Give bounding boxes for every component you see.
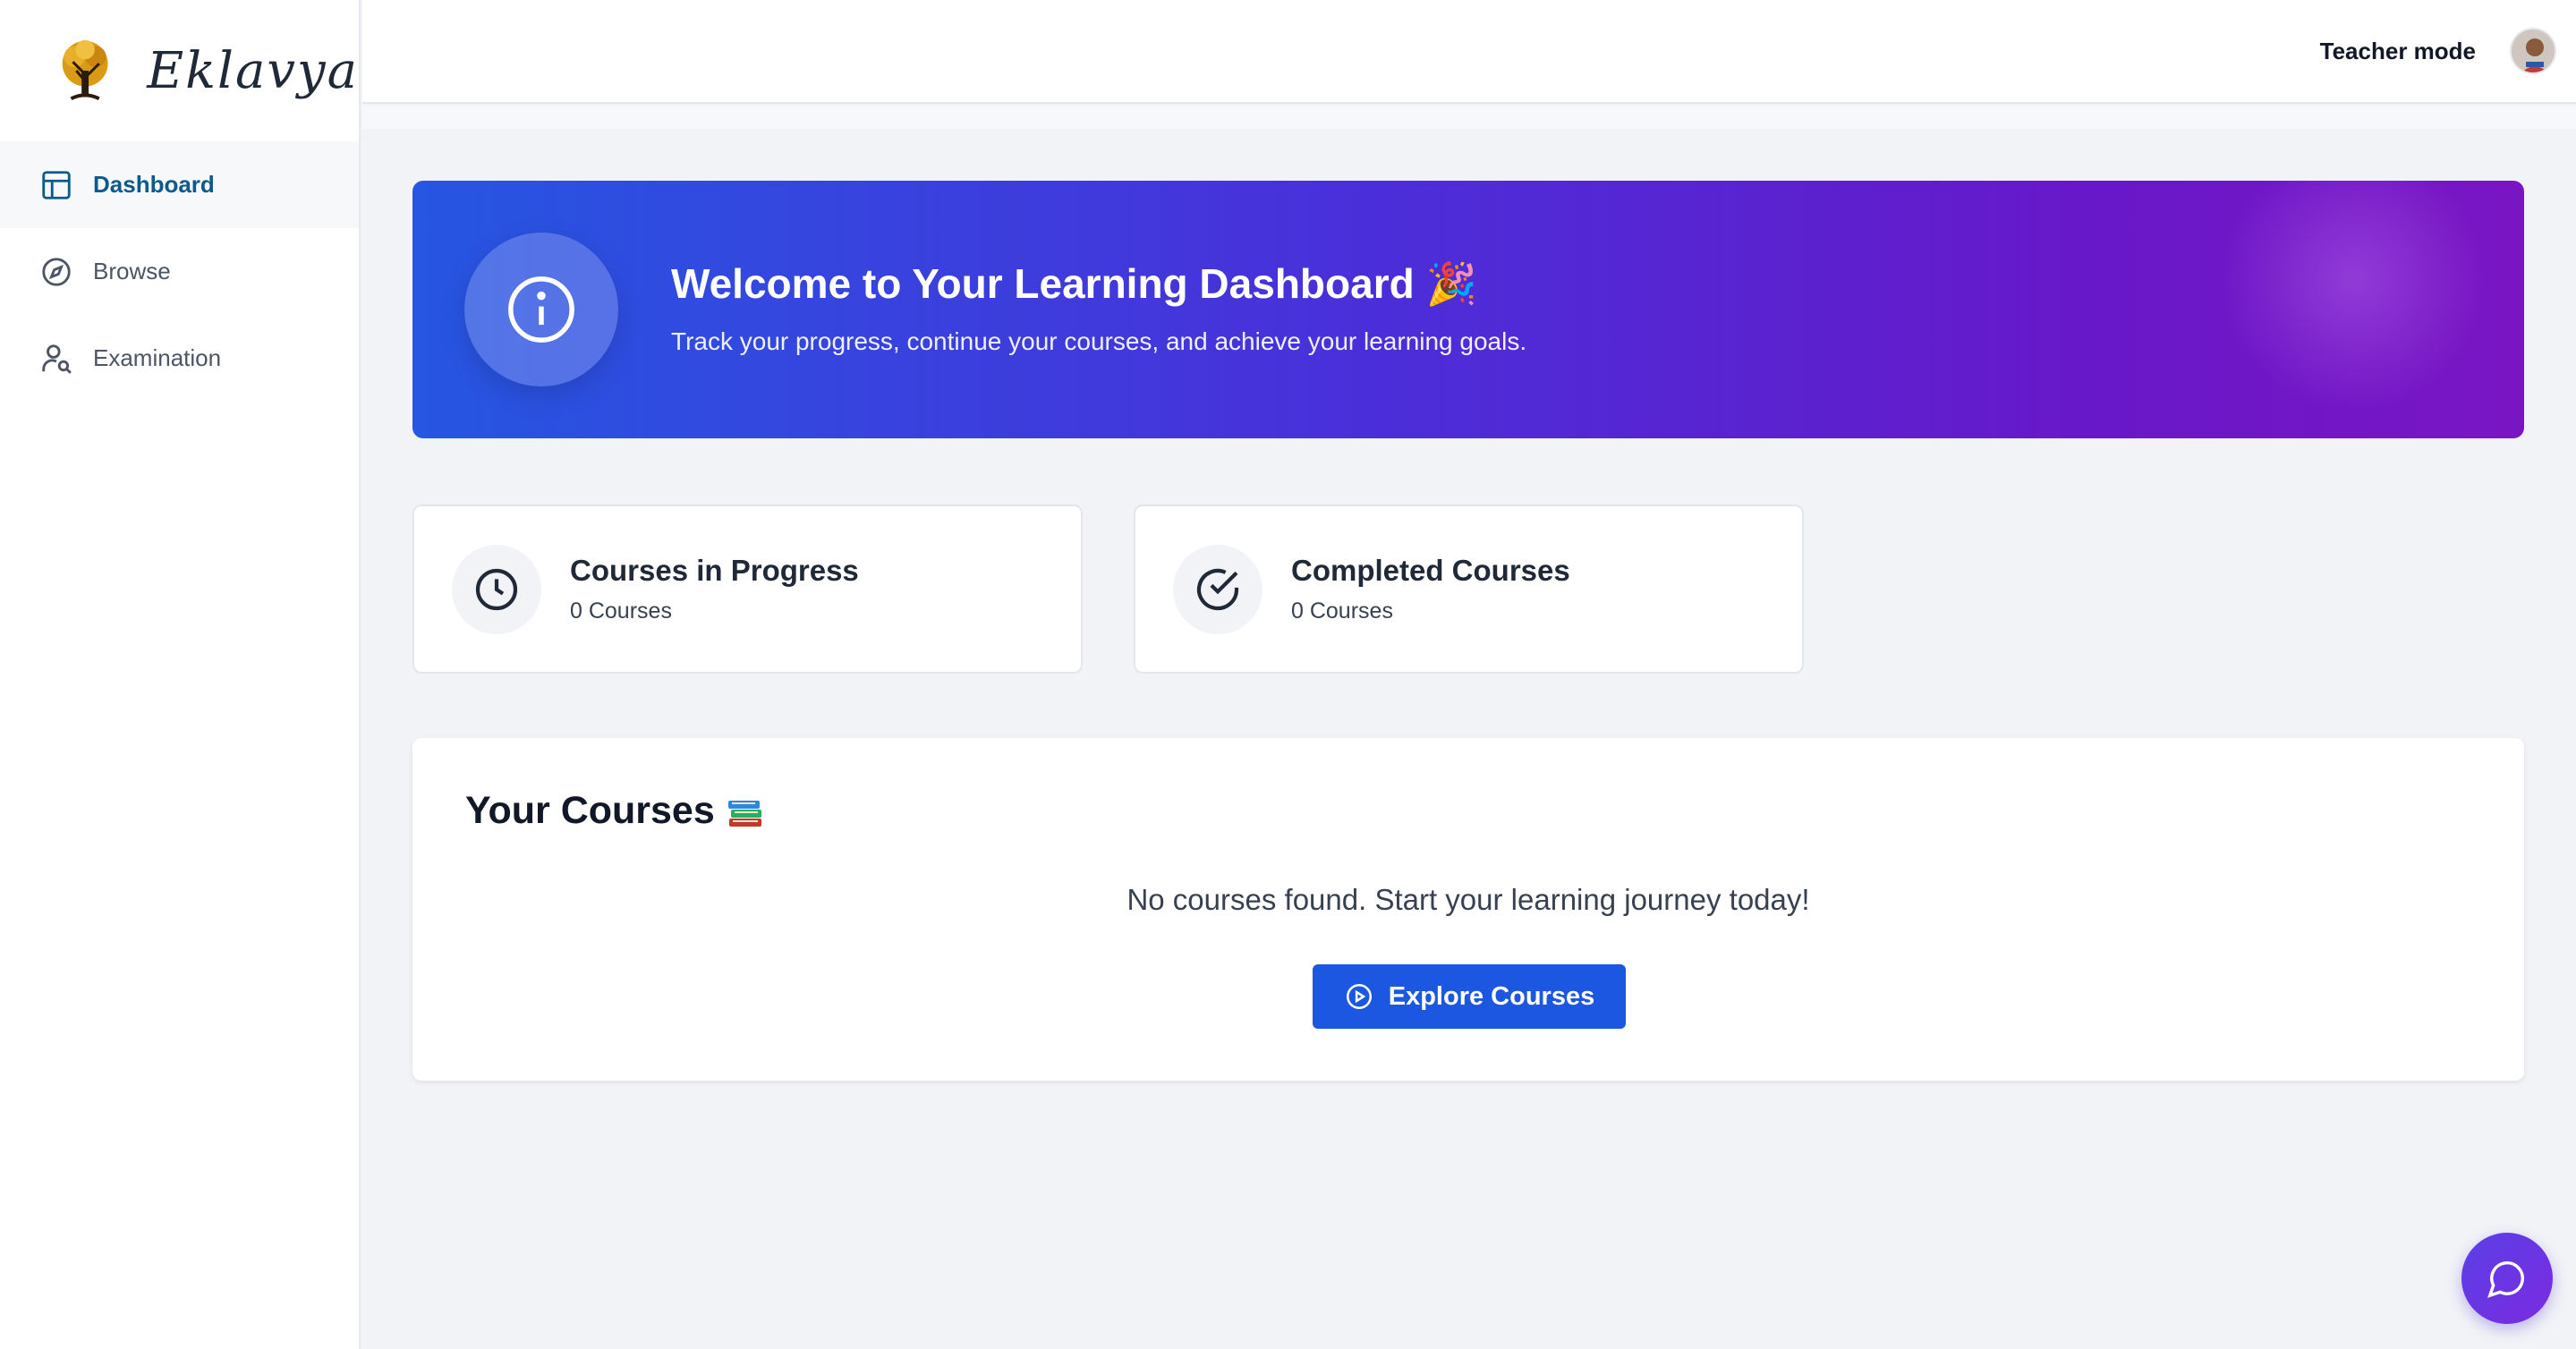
your-courses-panel: Your Courses No courses found. Start you… bbox=[412, 738, 2524, 1081]
sidebar-item-dashboard[interactable]: Dashboard bbox=[0, 141, 359, 228]
courses-title: Your Courses bbox=[465, 789, 765, 833]
sidebar-item-examination[interactable]: Examination bbox=[0, 315, 359, 402]
books-icon bbox=[727, 800, 761, 827]
sidebar-item-label: Dashboard bbox=[93, 171, 215, 198]
explore-courses-button[interactable]: Explore Courses bbox=[1313, 964, 1626, 1029]
stat-card-completed: Completed Courses 0 Courses bbox=[1134, 505, 1804, 674]
teacher-mode-button[interactable]: Teacher mode bbox=[2320, 38, 2476, 65]
banner-glow bbox=[2220, 181, 2488, 413]
check-circle-icon bbox=[1196, 568, 1239, 610]
clock-icon bbox=[475, 568, 518, 610]
stat-count: 0 Courses bbox=[1291, 598, 1393, 624]
logo[interactable]: Eklavya bbox=[0, 0, 359, 141]
header-divider-strip bbox=[362, 106, 2576, 129]
stat-title: Courses in Progress bbox=[570, 554, 859, 587]
play-circle-icon bbox=[1346, 983, 1372, 1010]
user-avatar-icon bbox=[2512, 30, 2555, 72]
stat-icon-wrap bbox=[452, 544, 541, 634]
empty-courses-message: No courses found. Start your learning jo… bbox=[1126, 883, 1810, 916]
sidebar-item-label: Browse bbox=[93, 258, 171, 284]
explore-courses-label: Explore Courses bbox=[1388, 981, 1595, 1011]
stat-count: 0 Courses bbox=[570, 598, 672, 624]
chat-button[interactable] bbox=[2461, 1233, 2553, 1324]
stat-title: Completed Courses bbox=[1291, 554, 1570, 587]
sidebar: Eklavya Dashboard Browse Examination bbox=[0, 0, 361, 1349]
banner-icon-circle bbox=[464, 233, 618, 386]
info-icon bbox=[508, 276, 574, 343]
layout-icon bbox=[42, 170, 71, 199]
banner-title: Welcome to Your Learning Dashboard 🎉 bbox=[671, 260, 1477, 307]
sidebar-item-label: Examination bbox=[93, 344, 222, 371]
sidebar-item-browse[interactable]: Browse bbox=[0, 228, 359, 315]
stat-card-in-progress: Courses in Progress 0 Courses bbox=[412, 505, 1083, 674]
app-name: Eklavya bbox=[147, 41, 359, 100]
top-bar: Teacher mode bbox=[362, 0, 2576, 104]
avatar[interactable] bbox=[2510, 28, 2556, 74]
chat-bubble-icon bbox=[2487, 1261, 2524, 1298]
welcome-banner: Welcome to Your Learning Dashboard 🎉 Tra… bbox=[412, 181, 2524, 438]
compass-icon bbox=[42, 257, 71, 286]
courses-title-text: Your Courses bbox=[465, 789, 715, 832]
banner-subtitle: Track your progress, continue your cours… bbox=[671, 327, 1527, 355]
user-search-icon bbox=[42, 344, 72, 374]
tree-logo-icon bbox=[62, 39, 108, 101]
stat-icon-wrap bbox=[1173, 544, 1262, 634]
